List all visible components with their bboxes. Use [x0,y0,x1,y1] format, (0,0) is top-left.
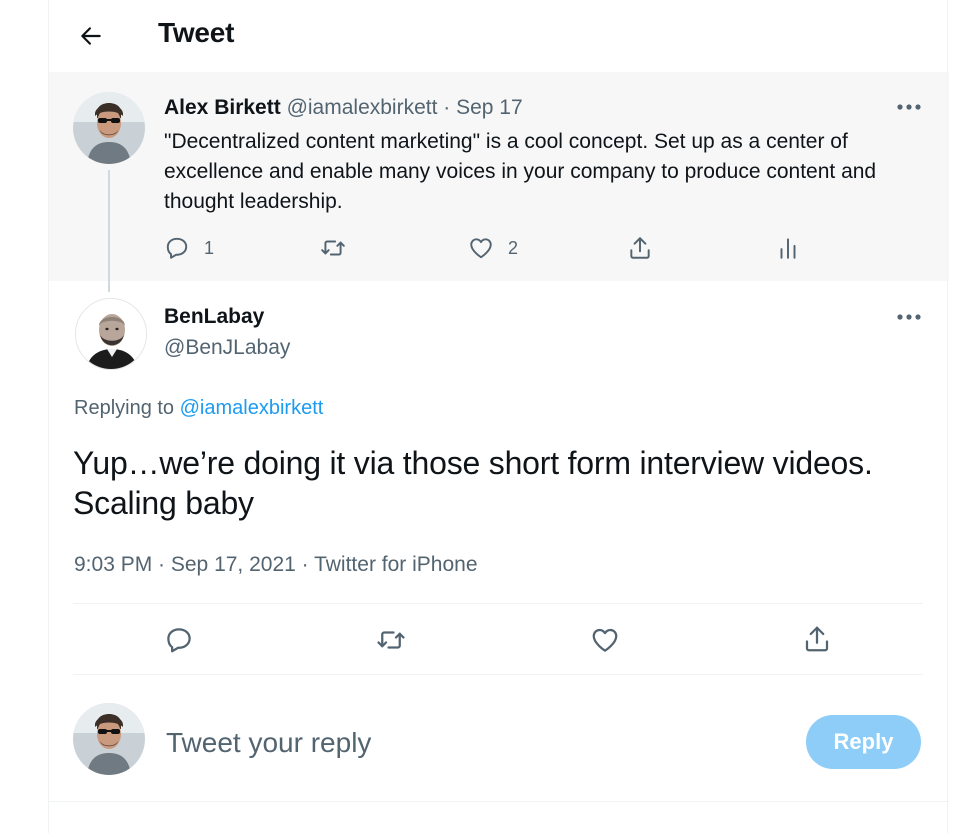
header: Tweet [49,0,949,72]
retweet-icon [321,240,345,256]
tweet-text: Yup…we’re doing it via those short form … [73,445,873,521]
more-options-button[interactable] [891,95,927,119]
replying-to: Replying to @iamalexbirkett [74,397,323,420]
reply-input[interactable] [166,724,726,762]
like-icon [470,238,492,259]
divider [49,801,949,802]
back-button[interactable] [73,18,109,54]
more-icon [897,104,921,110]
like-count: 2 [508,237,519,258]
avatar-alex-birkett[interactable] [73,92,145,164]
reply-icon [167,628,191,653]
divider [73,603,923,604]
like-icon [592,628,618,652]
analytics-button[interactable] [775,235,801,261]
divider [73,674,923,675]
current-user-avatar[interactable] [73,703,145,775]
arrow-left-icon [81,27,101,45]
parent-tweet-text: "Decentralized content marketing" is a c… [164,130,877,213]
author-name[interactable]: Alex Birkett [164,96,281,119]
reply-button[interactable]: 1 [164,235,214,261]
retweet-button[interactable] [376,625,406,655]
reply-submit-button[interactable]: Reply [806,715,921,769]
replying-to-link[interactable]: @iamalexbirkett [180,397,324,419]
avatar-benlabay[interactable] [75,298,147,370]
replying-prefix: Replying to [74,397,175,419]
share-button[interactable] [627,235,653,261]
page-title: Tweet [158,17,235,48]
parent-tweet-header: Alex Birkett @iamalexbirkett · Sep 17 [164,96,523,120]
share-button[interactable] [802,624,832,654]
share-icon [630,237,650,259]
tweet-timestamp[interactable]: 9:03 PM · Sep 17, 2021 · Twitter for iPh… [74,553,478,577]
reply-count: 1 [204,237,215,258]
tweet-panel: Tweet Alex Birkett @iamalexbirkett · Sep… [48,0,949,833]
thread-connector [108,170,110,292]
parent-tweet[interactable]: Alex Birkett @iamalexbirkett · Sep 17 "D… [49,72,949,281]
like-button[interactable]: 2 [468,235,518,261]
reply-button[interactable] [164,625,194,655]
retweet-button[interactable] [320,235,346,261]
reply-icon [166,237,188,259]
share-icon [805,626,829,652]
like-button[interactable] [590,625,620,655]
more-options-button[interactable] [891,305,927,329]
retweet-icon [377,631,405,649]
analytics-icon [780,238,796,259]
author-handle[interactable]: @BenJLabay [164,336,290,360]
more-icon [897,314,921,320]
author-name[interactable]: BenLabay [164,305,264,329]
author-meta[interactable]: @iamalexbirkett · Sep 17 [287,96,523,119]
